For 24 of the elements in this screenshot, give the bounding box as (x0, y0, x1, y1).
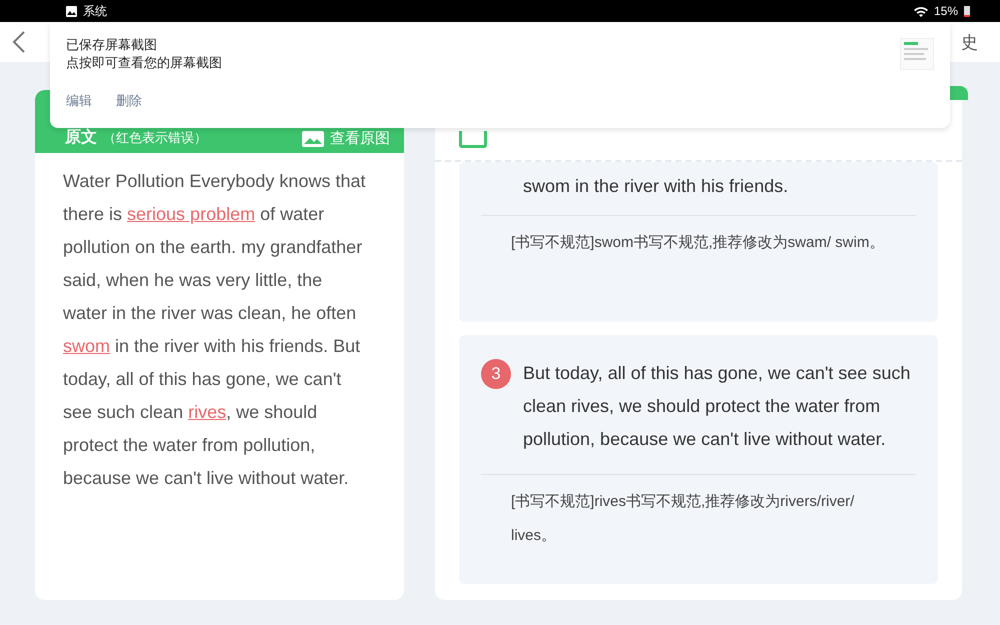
screenshot-notification[interactable]: 已保存屏幕截图 点按即可查看您的屏幕截图 编辑 删除 (50, 22, 950, 128)
notification-action[interactable]: 编辑 (66, 92, 92, 110)
panel-hint: （红色表示错误） (103, 128, 207, 146)
notification-title: 已保存屏幕截图 (66, 36, 158, 54)
back-icon[interactable] (12, 31, 26, 53)
image-icon (302, 130, 324, 146)
number-badge: 3 (481, 359, 511, 389)
wifi-icon (914, 6, 928, 16)
panel-title: 原文 (65, 127, 97, 148)
essay-text: Water Pollution Everybody knows that there is serious problem of water pollution on the earth. my grandfather said, when he was very little, the water in the river was clean, he often swom in the river with his friends. But today, all of this has gone, we can't see such clean rives, we should protect the water from pollution, because we can't live without water. (63, 170, 366, 490)
battery-level: 15% (934, 4, 958, 18)
correction-comment: [书写不规范]rives书写不规范,推荐修改为rivers/river/ lives。 (510, 492, 856, 546)
app-name: 系统 (83, 2, 107, 20)
screenshot-thumbnail[interactable] (900, 38, 934, 70)
page-title: 史 (961, 32, 978, 54)
notification-subtitle: 点按即可查看您的屏幕截图 (66, 54, 222, 72)
image-icon (66, 6, 77, 16)
view-original-button[interactable]: 查看原图 (302, 129, 390, 148)
sentence-text: swom in the river with his friends. (523, 175, 788, 198)
tab-marker (950, 86, 968, 100)
battery-icon (964, 5, 970, 17)
notification-action[interactable]: 删除 (116, 92, 142, 110)
correction-comment: [书写不规范]swom书写不规范,推荐修改为swam/ swim。 (510, 233, 886, 253)
sentence-text: But today, all of this has gone, we can't see such clean rives, we should protect the water from pollution, because we can't live without water. (523, 362, 912, 451)
